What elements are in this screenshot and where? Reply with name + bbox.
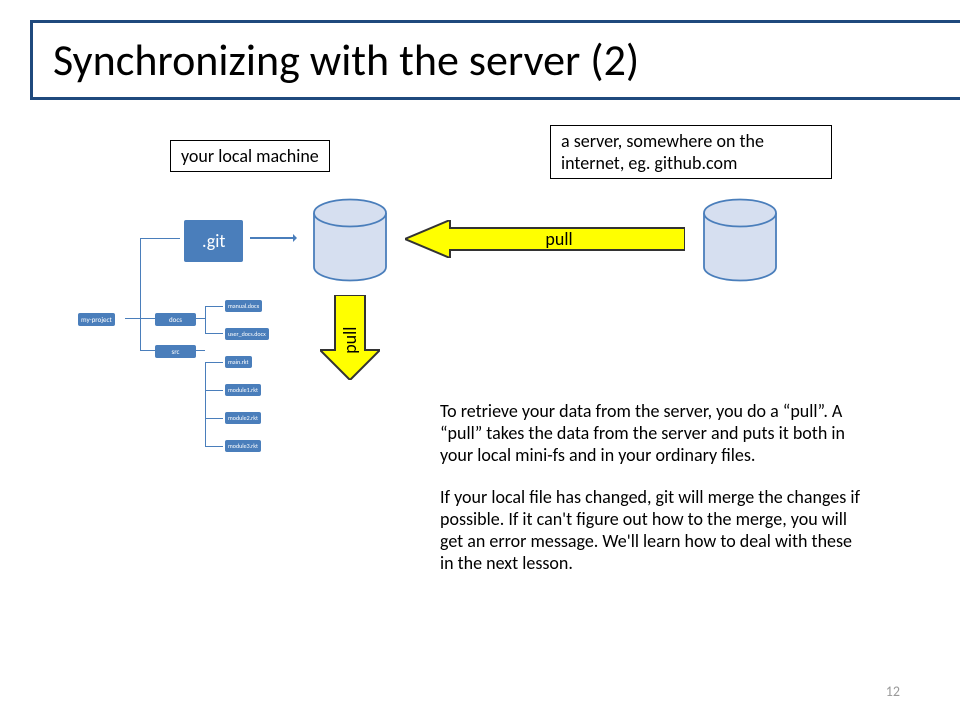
tree-line bbox=[140, 318, 155, 319]
tree-docs-folder: docs bbox=[155, 313, 196, 326]
pull-arrow-horizontal: pull bbox=[405, 220, 685, 258]
local-machine-label: your local machine bbox=[170, 140, 330, 172]
tree-main: main.rkt bbox=[225, 356, 252, 368]
tree-src-folder: src bbox=[155, 345, 196, 358]
pull-arrow-vertical: pull bbox=[320, 295, 380, 380]
tree-manual: manual.docx bbox=[225, 300, 262, 312]
tree-line bbox=[140, 238, 180, 239]
page-title: Synchronizing with the server (2) bbox=[53, 33, 953, 87]
pull-h-label: pull bbox=[545, 228, 572, 250]
tree-line bbox=[205, 362, 206, 446]
body-text: To retrieve your data from the server, y… bbox=[440, 400, 860, 594]
git-to-cylinder-arrow bbox=[250, 237, 295, 239]
tree-line bbox=[205, 418, 223, 419]
tree-m2: module2.rkt bbox=[225, 412, 261, 424]
tree-line bbox=[205, 306, 206, 334]
tree-m1: module1.rkt bbox=[225, 384, 261, 396]
tree-line bbox=[195, 350, 205, 351]
local-repo-cylinder bbox=[305, 195, 395, 285]
page-number: 12 bbox=[886, 683, 900, 700]
tree-git-folder: .git bbox=[184, 220, 243, 262]
tree-line bbox=[205, 390, 223, 391]
tree-line bbox=[205, 306, 223, 307]
body-p1: To retrieve your data from the server, y… bbox=[440, 400, 860, 466]
tree-line bbox=[205, 333, 223, 334]
tree-line bbox=[140, 238, 141, 350]
tree-userdocs: user_docs.docx bbox=[225, 328, 269, 340]
tree-line bbox=[205, 446, 223, 447]
pull-v-label: pull bbox=[339, 326, 361, 353]
tree-m3: module3.rkt bbox=[225, 440, 261, 452]
server-label: a server, somewhere on the internet, eg.… bbox=[550, 125, 832, 179]
body-p2: If your local file has changed, git will… bbox=[440, 486, 860, 574]
tree-line bbox=[195, 318, 205, 319]
tree-root: my-project bbox=[78, 313, 115, 326]
title-box: Synchronizing with the server (2) bbox=[30, 20, 960, 100]
tree-line bbox=[140, 350, 155, 351]
tree-line bbox=[205, 362, 223, 363]
server-repo-cylinder bbox=[695, 195, 785, 285]
